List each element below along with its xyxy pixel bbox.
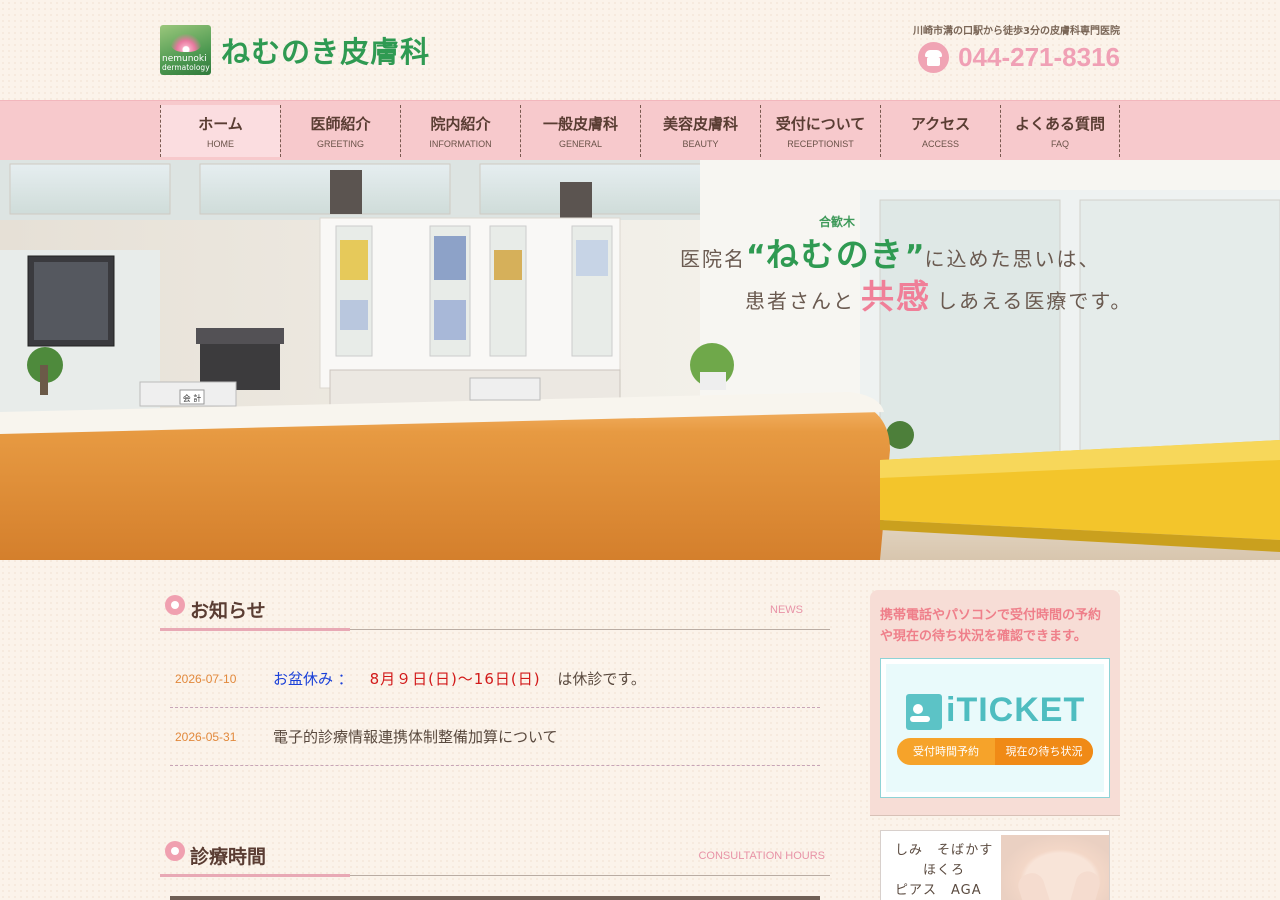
news-item[interactable]: 2026-07-10 お盆休み ： 8月９日(日)～16日(日) は休診です。: [170, 650, 820, 708]
bullet-circle-icon: [165, 841, 185, 861]
nav-label: よくある質問: [1014, 115, 1105, 133]
nav-sublabel: FAQ: [1050, 139, 1069, 149]
news-highlight-red: 8月９日(日)～16日(日): [369, 670, 541, 688]
nav-sublabel: GENERAL: [558, 139, 602, 149]
site-logo[interactable]: nemunoki dermatology ねむのき皮膚科: [160, 25, 430, 75]
nav-item-faq[interactable]: よくある質問 FAQ: [1000, 105, 1120, 157]
logo-text: ねむのき皮膚科: [221, 35, 431, 69]
nav-sublabel: GREETING: [316, 139, 364, 149]
nav-item-general[interactable]: 一般皮膚科 GENERAL: [520, 105, 640, 157]
hours-table-header: [170, 896, 820, 900]
news-title: お知らせ: [190, 600, 266, 622]
nav-sublabel: HOME: [207, 139, 234, 149]
nav-item-access[interactable]: アクセス ACCESS: [880, 105, 1000, 157]
phone-number[interactable]: 044-271-8316: [958, 42, 1120, 73]
nav-sublabel: INFORMATION: [429, 139, 492, 149]
news-body[interactable]: 電子的診療情報連携体制整備加算について: [273, 728, 558, 746]
hero-copy: 合歓木 医院名 “ ねむのき ” に込めた思いは、 患者さんと 共感 しあえる医…: [0, 160, 1280, 560]
news-section-title: お知らせ NEWS: [160, 590, 830, 631]
hero-quote-open: “: [746, 239, 766, 274]
hero-banner: 会 計 合歓木 医院名 “ ねむのき ” に込めた思いは、 患者さんと 共感 し…: [0, 160, 1280, 560]
silk-tree-flower-icon: [170, 28, 202, 52]
beauty-banner[interactable]: しみ そばかす ほくろ ピアス AGA: [880, 830, 1110, 900]
nav-item-receptionist[interactable]: 受付について RECEPTIONIST: [760, 105, 880, 157]
phone-icon: [918, 42, 950, 73]
hero-line1-suffix: に込めた思いは、: [924, 247, 1101, 271]
iticket-logo-icon: [906, 694, 942, 730]
news-body: は休診です。: [557, 670, 646, 688]
logo-line2: dermatology: [162, 63, 210, 72]
nav-item-greeting[interactable]: 医師紹介 GREETING: [280, 105, 400, 157]
sidebar-divider: [870, 815, 1120, 816]
news-text: お盆休み ： 8月９日(日)～16日(日) は休診です。: [273, 668, 646, 689]
iticket-reserve-button[interactable]: 受付時間予約: [897, 738, 995, 765]
nav-item-home[interactable]: ホーム HOME: [160, 105, 280, 157]
nav-label: ホーム: [198, 115, 243, 133]
bullet-circle-icon: [165, 595, 185, 615]
hero-emphasis: 共感: [861, 277, 931, 316]
hours-title: 診療時間: [190, 846, 267, 868]
news-list: 2026-07-10 お盆休み ： 8月９日(日)～16日(日) は休診です。 …: [170, 650, 820, 766]
nav-label: アクセス: [910, 115, 971, 133]
iticket-note: 携帯電話やパソコンで受付時間の予約や現在の待ち状況を確認できます。: [880, 608, 1102, 644]
hero-quote-close: ”: [904, 239, 925, 274]
hero-prefix: 医院名: [680, 247, 746, 271]
nav-item-beauty[interactable]: 美容皮膚科 BEAUTY: [640, 105, 760, 157]
hours-title-en: CONSULTATION HOURS: [698, 850, 825, 862]
logo-line1: nemunoki: [162, 54, 207, 64]
hero-clinic-name: ねむのき: [765, 235, 905, 274]
hero-line1: 医院名 “ ねむのき ” に込めた思いは、: [680, 228, 1100, 276]
nav-sublabel: RECEPTIONIST: [787, 139, 854, 149]
nav-label: 院内紹介: [430, 115, 491, 133]
hero-line2: 患者さんと 共感 しあえる医療です。: [745, 270, 1132, 318]
news-text: 電子的診療情報連携体制整備加算について: [273, 726, 558, 747]
nav-label: 受付について: [775, 115, 866, 133]
phone-contact[interactable]: 044-271-8316: [918, 42, 1120, 73]
news-date: 2026-05-31: [175, 729, 237, 744]
nav-label: 一般皮膚科: [542, 115, 618, 133]
hero-line2-suffix: しあえる医療です。: [937, 289, 1133, 313]
global-nav: ホーム HOME 医師紹介 GREETING 院内紹介 INFORMATION …: [0, 100, 1280, 160]
iticket-buttons: 受付時間予約 現在の待ち状況: [897, 738, 1093, 765]
news-title-en[interactable]: NEWS: [770, 604, 803, 616]
beauty-banner-text: しみ そばかす ほくろ ピアス AGA: [895, 843, 994, 898]
nav-sublabel: ACCESS: [921, 139, 959, 149]
news-item[interactable]: 2026-05-31 電子的診療情報連携体制整備加算について: [170, 708, 820, 766]
site-header: nemunoki dermatology ねむのき皮膚科 川崎市溝の口駅から徒歩…: [0, 0, 1280, 100]
iticket-banner[interactable]: iTICKET 受付時間予約 現在の待ち状況: [880, 658, 1110, 798]
title-underline: [160, 628, 350, 631]
woman-face-image: [1001, 835, 1109, 900]
iticket-wordmark: iTICKET: [946, 691, 1086, 729]
iticket-box: 携帯電話やパソコンで受付時間の予約や現在の待ち状況を確認できます。 iTICKE…: [870, 590, 1120, 815]
nav-item-information[interactable]: 院内紹介 INFORMATION: [400, 105, 520, 157]
iticket-status-button[interactable]: 現在の待ち状況: [995, 738, 1093, 765]
news-highlight-blue: お盆休み ：: [273, 670, 353, 688]
title-underline: [160, 874, 350, 877]
news-date: 2026-07-10: [175, 671, 237, 686]
nav-label: 美容皮膚科: [662, 115, 738, 133]
header-tagline: 川崎市溝の口駅から徒歩3分の皮膚科専門医院: [913, 26, 1120, 37]
nav-sublabel: BEAUTY: [682, 139, 719, 149]
logo-mark-icon: nemunoki dermatology: [160, 25, 211, 75]
hours-section-title: 診療時間 CONSULTATION HOURS: [160, 836, 830, 877]
nav-label: 医師紹介: [310, 115, 371, 133]
hero-line2-prefix: 患者さんと: [745, 289, 855, 313]
